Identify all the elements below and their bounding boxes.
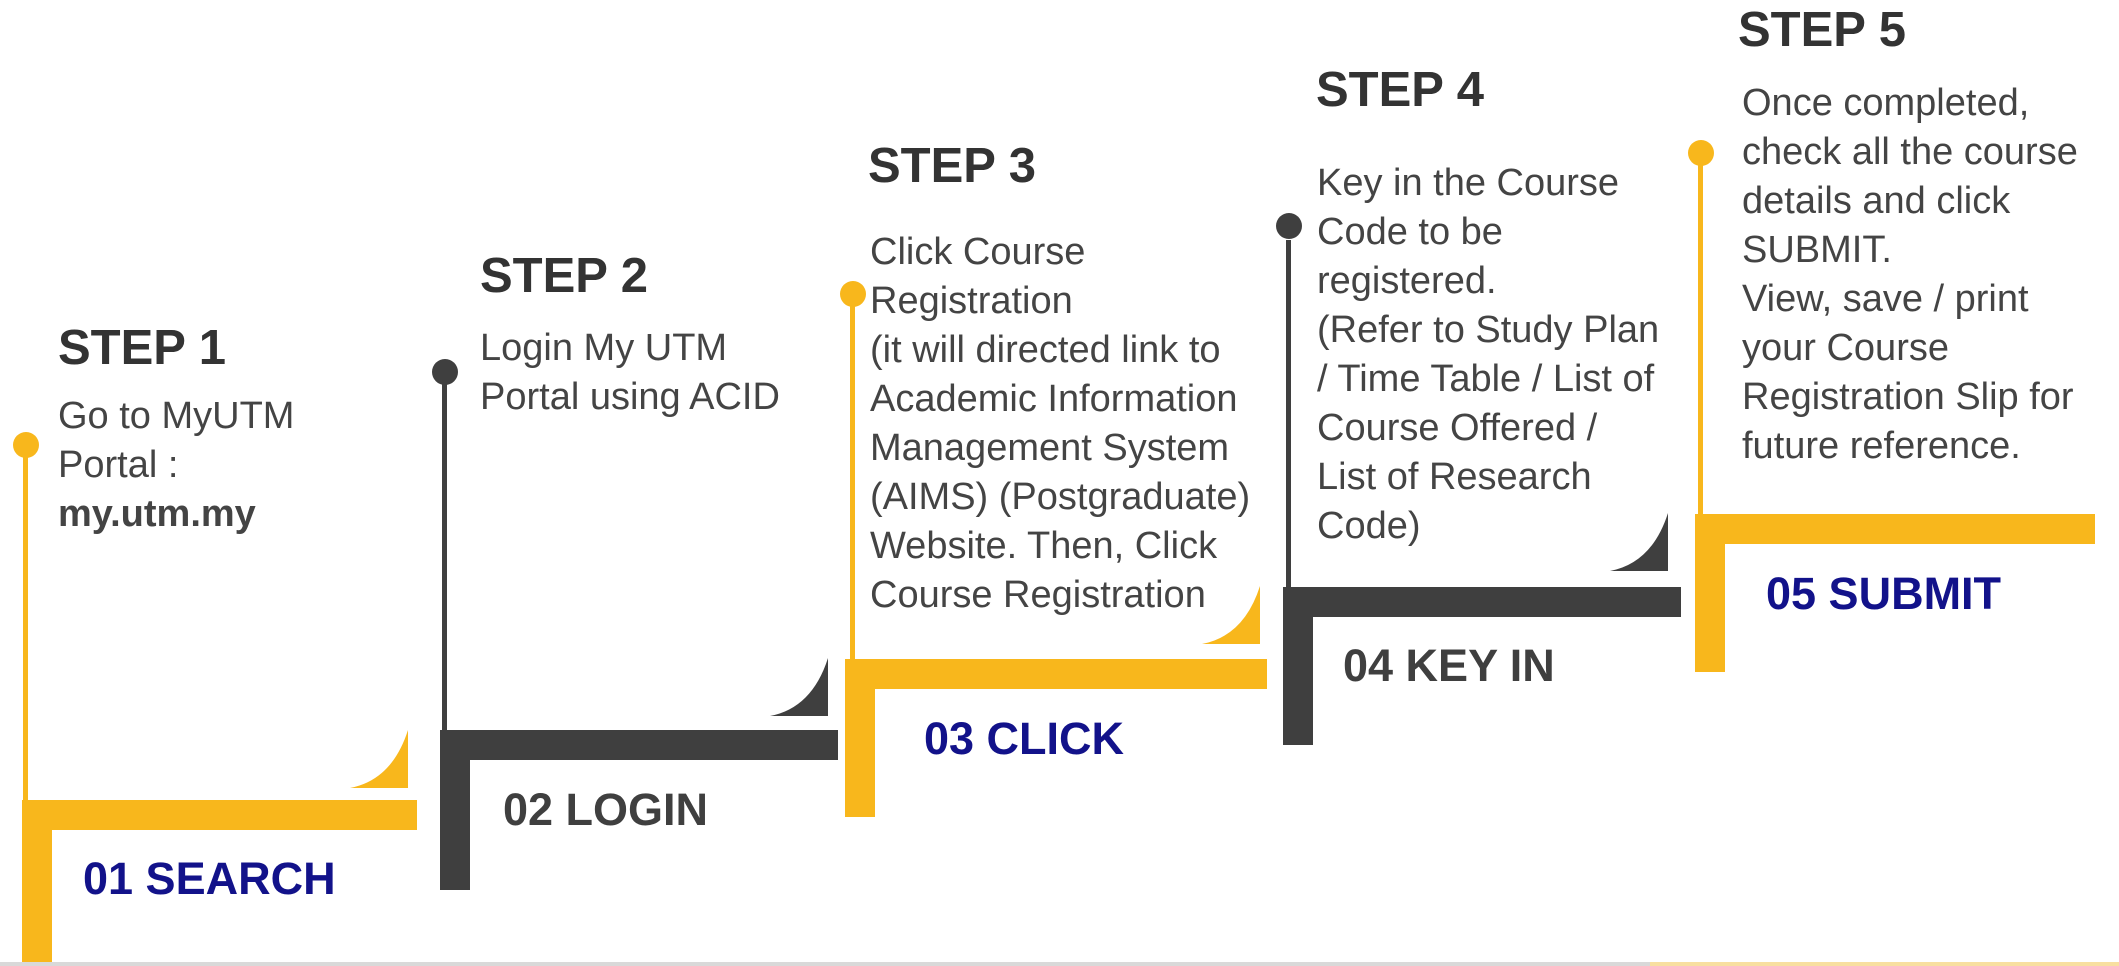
step-4-desc-line-4: (Refer to Study Plan [1317,309,1660,351]
step-1-stem [23,443,28,803]
step-5-desc-line-8: future reference. [1742,425,2021,467]
step-3-desc-line-5: Management System [870,427,1230,469]
step-4-desc-line-3: registered. [1317,260,1497,302]
step-5-stem [1698,165,1703,517]
step-2-stair-horizontal [440,730,838,760]
step-3-title: STEP 3 [868,139,1036,193]
step-5-desc-line-6: your Course [1742,327,1949,369]
step-3-description: Click Course Registration (it will direc… [870,228,1250,620]
step-3-desc-line-1: Click Course [870,231,1086,273]
step-4-description: Key in the Course Code to be registered.… [1317,159,1659,551]
step-2-desc-line-1: Login My UTM [480,327,728,369]
step-4-label: 04 KEY IN [1343,640,1555,691]
step-5-marker-dot [1688,140,1714,166]
step-1-stair-vertical [22,800,52,962]
step-5-desc-line-3: details and click [1742,180,2011,222]
step-5-desc-line-2: check all the course [1742,131,2078,173]
step-2-page-curl-icon [770,658,828,716]
step-5-desc-line-4: SUBMIT. [1742,229,1892,271]
step-4-marker-dot [1276,213,1302,239]
step-5-desc-line-7: Registration Slip for [1742,376,2074,418]
step-5-desc-line-5: View, save / print [1742,278,2029,320]
step-1-desc-line-1: Go to MyUTM [58,395,295,437]
step-4-stair-vertical [1283,587,1313,745]
step-3-desc-line-7: Website. Then, Click [870,525,1218,567]
step-5-stair-vertical [1695,514,1725,672]
step-1-url: my.utm.my [58,493,256,535]
step-5-desc-line-1: Once completed, [1742,82,2030,124]
step-1-marker-dot [13,432,39,458]
step-2-stair-vertical [440,730,470,890]
step-3-desc-line-4: Academic Information [870,378,1238,420]
step-3-desc-line-6: (AIMS) (Postgraduate) [870,476,1251,518]
step-3-stair-vertical [845,659,875,817]
step-3-desc-line-8: Course Registration [870,574,1206,616]
step-3-marker-dot [840,281,866,307]
step-1-title: STEP 1 [58,321,226,375]
step-3-stem [850,300,855,660]
step-4-stem [1286,240,1291,590]
step-5-title: STEP 5 [1738,3,1906,57]
step-4-desc-line-7: List of Research [1317,456,1592,498]
step-2-marker-dot [432,359,458,385]
step-2-title: STEP 2 [480,249,648,303]
step-2-description: Login My UTM Portal using ACID [480,324,780,422]
step-3-stair-horizontal [845,659,1267,689]
step-3-label: 03 CLICK [924,713,1125,764]
step-2-label: 02 LOGIN [503,784,709,835]
step-5-label: 05 SUBMIT [1766,568,2002,619]
step-2-stem [442,382,447,734]
step-3-desc-line-2: Registration [870,280,1073,322]
step-4-title: STEP 4 [1316,63,1484,117]
step-4-desc-line-6: Course Offered / [1317,407,1598,449]
step-4-desc-line-8: Code) [1317,505,1421,547]
step-5-description: Once completed, check all the course det… [1742,79,2078,471]
step-1-label: 01 SEARCH [83,853,336,904]
step-4-desc-line-5: / Time Table / List of [1317,358,1655,400]
step-4-desc-line-1: Key in the Course [1317,162,1620,204]
step-2-desc-line-2: Portal using ACID [480,376,780,418]
step-5-stair-horizontal [1695,514,2095,544]
step-1-description: Go to MyUTM Portal : my.utm.my [58,392,294,539]
step-1-stair-horizontal [22,800,417,830]
step-3-desc-line-3: (it will directed link to [870,329,1221,371]
step-1-desc-line-2: Portal : [58,444,179,486]
bottom-divider-accent [1650,962,2119,966]
step-4-desc-line-2: Code to be [1317,211,1503,253]
step-1-page-curl-icon [350,730,408,788]
step-4-stair-horizontal [1283,587,1681,617]
